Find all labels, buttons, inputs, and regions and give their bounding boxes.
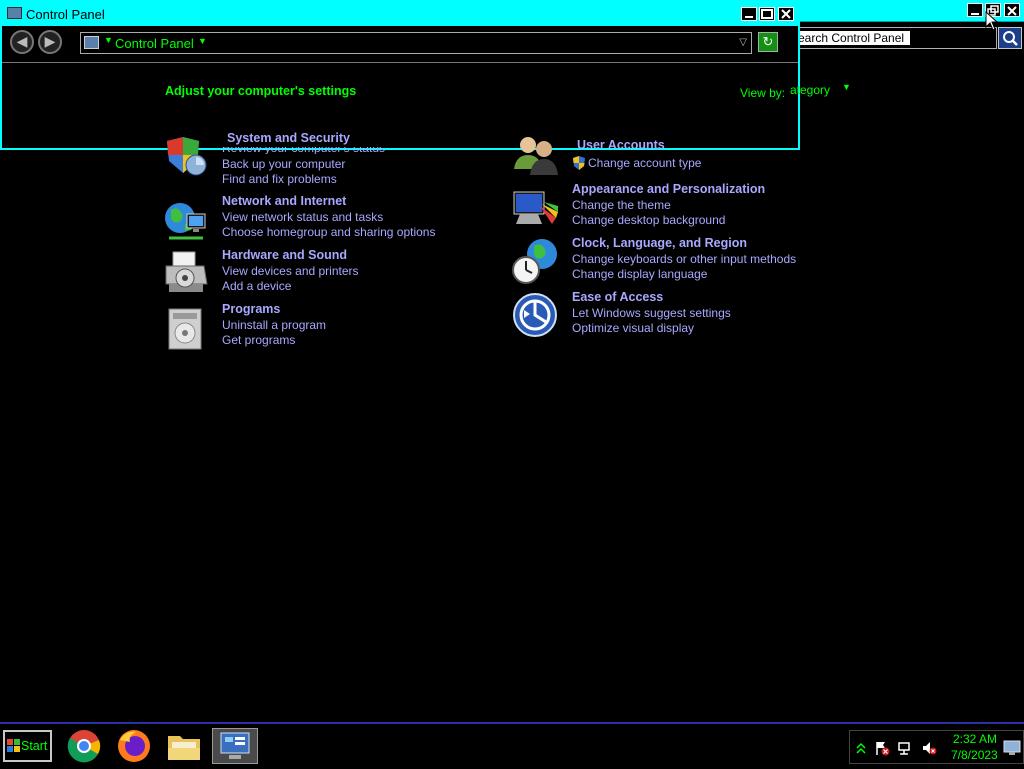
window-titlebar[interactable]: Control Panel: [2, 2, 798, 26]
link-change-display-language[interactable]: Change display language: [572, 267, 707, 281]
network-icon[interactable]: [897, 740, 913, 756]
minimize-icon[interactable]: [741, 7, 757, 21]
link-homegroup[interactable]: Choose homegroup and sharing options: [222, 225, 435, 239]
address-dropdown-icon[interactable]: ▽: [739, 37, 747, 48]
windows-logo-icon: [7, 739, 20, 752]
link-change-keyboards[interactable]: Change keyboards or other input methods: [572, 252, 796, 266]
close-icon[interactable]: [778, 7, 794, 21]
link-review-status[interactable]: Review your computer's status: [222, 147, 385, 154]
start-label: Start: [21, 739, 48, 753]
view-by-chevron-icon[interactable]: ▼: [842, 82, 851, 92]
link-devices-printers[interactable]: View devices and printers: [222, 264, 359, 278]
control-panel-icon: [7, 7, 22, 19]
control-panel-taskbar-button[interactable]: [212, 728, 258, 764]
close-icon[interactable]: [1004, 3, 1020, 17]
link-windows-suggest[interactable]: Let Windows suggest settings: [572, 306, 731, 320]
category-programs[interactable]: Programs: [222, 302, 280, 316]
category-clock-language-region[interactable]: Clock, Language, and Region: [572, 236, 747, 250]
action-center-flag-icon[interactable]: [874, 740, 890, 756]
chrome-taskbar-button[interactable]: [64, 728, 104, 764]
show-desktop-icon[interactable]: [1003, 738, 1021, 756]
clock-date[interactable]: 7/8/2023: [951, 748, 998, 762]
uac-shield-icon: [573, 156, 585, 170]
clock-globe-icon[interactable]: [512, 238, 558, 284]
user-accounts-icon[interactable]: [512, 133, 558, 179]
search-input[interactable]: Search Control Panel: [788, 31, 910, 45]
start-button[interactable]: Start: [3, 730, 52, 762]
category-ease-of-access[interactable]: Ease of Access: [572, 290, 663, 304]
shield-icon[interactable]: [163, 133, 209, 179]
link-change-background[interactable]: Change desktop background: [572, 213, 725, 227]
file-explorer-icon: [168, 736, 200, 760]
maximize-icon[interactable]: [759, 7, 775, 21]
show-hidden-icons-chevron-icon[interactable]: [853, 740, 869, 756]
clock-time[interactable]: 2:32 AM: [953, 732, 997, 746]
category-hardware-and-sound[interactable]: Hardware and Sound: [222, 248, 347, 262]
view-by-label: View by:: [740, 86, 786, 100]
breadcrumb-chevron-icon[interactable]: ▼: [198, 36, 207, 46]
refresh-button[interactable]: ↻: [758, 32, 778, 52]
search-input-background[interactable]: Search Control Panel: [783, 27, 997, 49]
mouse-cursor-icon: [985, 11, 999, 31]
firefox-taskbar-button[interactable]: [114, 728, 154, 764]
link-optimize-visual[interactable]: Optimize visual display: [572, 321, 694, 335]
chrome-icon: [67, 730, 101, 763]
taskbar: Start: [0, 722, 1024, 768]
link-get-programs[interactable]: Get programs: [222, 333, 295, 347]
file-explorer-taskbar-button[interactable]: [164, 728, 204, 764]
control-panel-window: Control Panel ◀ ▶ ▼ Control Panel ▼ ▽ ↻: [0, 0, 800, 150]
back-button[interactable]: ◀: [10, 30, 34, 54]
breadcrumb-separator-icon[interactable]: ▼: [104, 35, 113, 45]
category-system-and-security[interactable]: System and Security: [227, 131, 350, 145]
link-back-up[interactable]: Back up your computer: [222, 157, 345, 171]
search-button[interactable]: [998, 27, 1022, 49]
forward-button[interactable]: ▶: [38, 30, 62, 54]
navigation-toolbar: ◀ ▶ ▼ Control Panel ▼ ▽ ↻: [2, 26, 798, 63]
address-bar[interactable]: ▼ Control Panel ▼ ▽: [80, 32, 752, 54]
control-panel-icon: [220, 732, 250, 759]
minimize-icon[interactable]: [967, 3, 983, 17]
category-appearance-personalization[interactable]: Appearance and Personalization: [572, 182, 765, 196]
appearance-icon[interactable]: [512, 188, 558, 234]
link-change-theme[interactable]: Change the theme: [572, 198, 671, 212]
category-network-and-internet[interactable]: Network and Internet: [222, 194, 346, 208]
page-heading: Adjust your computer's settings: [165, 84, 357, 98]
view-by-dropdown[interactable]: ategory: [790, 83, 830, 97]
link-find-fix[interactable]: Find and fix problems: [222, 172, 337, 186]
breadcrumb-control-panel[interactable]: Control Panel: [115, 36, 194, 51]
category-user-accounts[interactable]: User Accounts: [577, 138, 665, 152]
ease-of-access-icon[interactable]: [512, 292, 558, 338]
control-panel-icon: [84, 36, 99, 49]
link-change-account-type[interactable]: Change account type: [588, 156, 701, 170]
volume-muted-icon[interactable]: [921, 740, 937, 756]
magnifier-icon: [1003, 31, 1018, 46]
network-globe-icon[interactable]: [163, 198, 209, 244]
link-uninstall[interactable]: Uninstall a program: [222, 318, 326, 332]
window-title: Control Panel: [26, 7, 105, 22]
link-add-device[interactable]: Add a device: [222, 279, 291, 293]
link-network-status[interactable]: View network status and tasks: [222, 210, 383, 224]
programs-icon[interactable]: [163, 305, 209, 351]
firefox-icon: [118, 730, 150, 762]
printer-icon[interactable]: [163, 250, 209, 296]
